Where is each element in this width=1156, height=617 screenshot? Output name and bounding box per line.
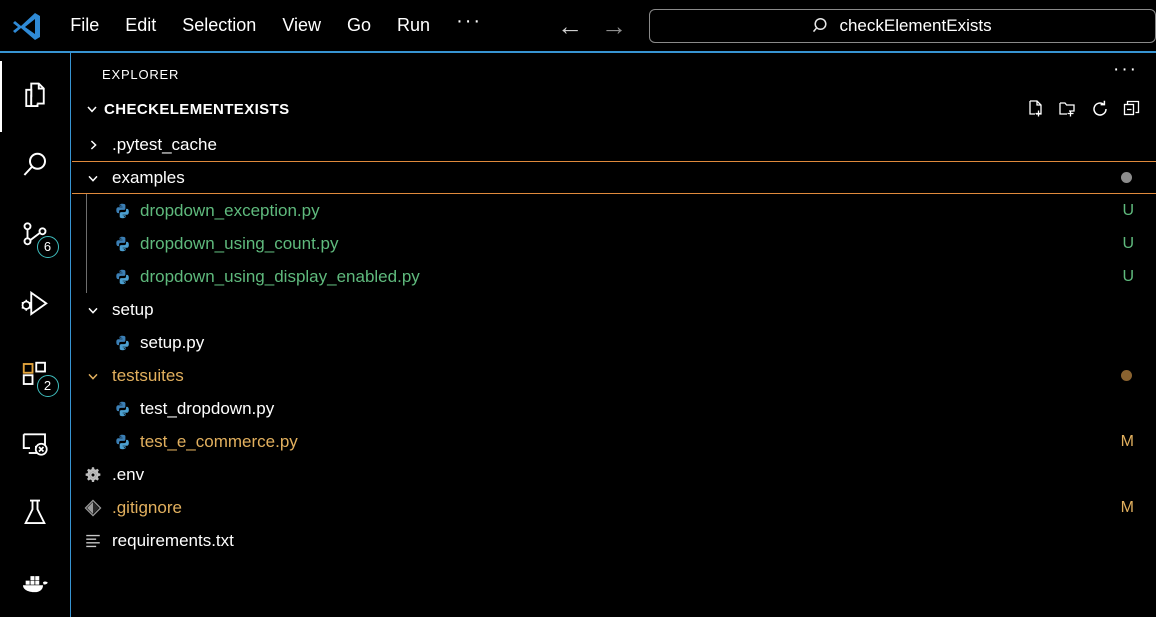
- python-icon: [110, 202, 132, 220]
- tree-item-label: test_dropdown.py: [140, 399, 274, 419]
- tree-item-label: examples: [112, 168, 185, 188]
- python-icon: [110, 268, 132, 286]
- search-input[interactable]: checkElementExists: [649, 9, 1156, 43]
- sidebar-item-explorer[interactable]: [0, 61, 71, 131]
- tree-item-label: .pytest_cache: [112, 135, 217, 155]
- docker-icon: [19, 566, 51, 598]
- tree-file-row[interactable]: dropdown_using_display_enabled.py U: [72, 260, 1156, 293]
- chevron-down-icon[interactable]: [82, 303, 104, 317]
- sidebar-header: EXPLORER ···: [72, 53, 1156, 95]
- python-icon: [110, 400, 132, 418]
- explorer-sidebar: EXPLORER ··· CHECKELEMENTEXISTS: [72, 53, 1156, 617]
- tree-item-label: dropdown_using_display_enabled.py: [140, 267, 420, 287]
- tree-file-row[interactable]: test_dropdown.py: [72, 392, 1156, 425]
- status-badge: U: [1122, 268, 1134, 286]
- folder-section-header[interactable]: CHECKELEMENTEXISTS: [72, 95, 1156, 123]
- text-icon: [82, 532, 104, 550]
- menu-more-icon[interactable]: ···: [443, 10, 495, 41]
- extensions-badge: 2: [37, 375, 59, 397]
- sidebar-item-search[interactable]: [0, 131, 71, 201]
- tree-item-label: dropdown_using_count.py: [140, 234, 338, 254]
- tree-file-row[interactable]: .env: [72, 458, 1156, 491]
- status-dot: [1121, 172, 1132, 183]
- tree-item-label: setup: [112, 300, 154, 320]
- status-badge: U: [1122, 235, 1134, 253]
- python-icon: [110, 433, 132, 451]
- tree-item-label: testsuites: [112, 366, 184, 386]
- menu-go[interactable]: Go: [334, 11, 384, 40]
- status-badge: M: [1121, 499, 1134, 517]
- tree-item-label: test_e_commerce.py: [140, 432, 298, 452]
- menu-edit[interactable]: Edit: [112, 11, 169, 40]
- navigation-arrows: ← →: [557, 13, 627, 39]
- sidebar-more-icon[interactable]: ···: [1113, 66, 1138, 82]
- search-icon: [813, 17, 831, 35]
- sidebar-item-remote-explorer[interactable]: [0, 409, 71, 479]
- tree-item-label: setup.py: [140, 333, 204, 353]
- tree-folder-row[interactable]: .pytest_cache: [72, 128, 1156, 161]
- page-title: EXPLORER: [102, 67, 179, 82]
- refresh-icon[interactable]: [1090, 99, 1110, 119]
- tree-file-row[interactable]: dropdown_using_count.py U: [72, 227, 1156, 260]
- menu-view[interactable]: View: [269, 11, 334, 40]
- new-folder-icon[interactable]: [1058, 99, 1078, 119]
- file-tree: .pytest_cache examples dropdown_exception.…: [72, 128, 1156, 557]
- tree-file-row[interactable]: .gitignore M: [72, 491, 1156, 524]
- chevron-right-icon[interactable]: [82, 138, 104, 152]
- sidebar-item-run-and-debug[interactable]: [0, 270, 71, 340]
- search-value: checkElementExists: [839, 16, 991, 36]
- status-dot: [1121, 370, 1132, 381]
- remote-icon: [20, 428, 50, 458]
- tree-item-label: dropdown_exception.py: [140, 201, 320, 221]
- beaker-icon: [20, 498, 50, 528]
- chevron-down-icon[interactable]: [82, 102, 102, 116]
- debug-icon: [20, 289, 50, 319]
- tree-file-row[interactable]: requirements.txt: [72, 524, 1156, 557]
- folder-actions: [1026, 99, 1142, 119]
- activity-bar: 6 2: [0, 53, 71, 617]
- git-icon: [82, 499, 104, 517]
- sidebar-item-extensions[interactable]: 2: [0, 339, 71, 409]
- menu-selection[interactable]: Selection: [169, 11, 269, 40]
- status-badge: U: [1122, 202, 1134, 220]
- folder-name: CHECKELEMENTEXISTS: [104, 101, 1026, 118]
- tree-file-row[interactable]: test_e_commerce.py M: [72, 425, 1156, 458]
- status-badge: M: [1121, 433, 1134, 451]
- tree-item-label: requirements.txt: [112, 531, 234, 551]
- chevron-down-icon[interactable]: [82, 369, 104, 383]
- sidebar-item-testing[interactable]: [0, 478, 71, 548]
- tree-item-label: .gitignore: [112, 498, 182, 518]
- sidebar-item-docker[interactable]: [0, 548, 71, 617]
- chevron-down-icon[interactable]: [82, 171, 104, 185]
- source-control-badge: 6: [37, 236, 59, 258]
- tree-item-label: .env: [112, 465, 144, 485]
- sidebar-item-source-control[interactable]: 6: [0, 200, 71, 270]
- title-bar: File Edit Selection View Go Run ··· ← → …: [0, 0, 1156, 53]
- menu-run[interactable]: Run: [384, 11, 443, 40]
- tree-folder-row[interactable]: testsuites: [72, 359, 1156, 392]
- forward-icon[interactable]: →: [601, 13, 627, 39]
- tree-file-row[interactable]: setup.py: [72, 326, 1156, 359]
- new-file-icon[interactable]: [1026, 99, 1046, 119]
- tree-folder-row[interactable]: examples: [72, 161, 1156, 194]
- tree-file-row[interactable]: dropdown_exception.py U: [72, 194, 1156, 227]
- files-icon: [20, 81, 50, 111]
- tree-folder-row[interactable]: setup: [72, 293, 1156, 326]
- menu-bar: File Edit Selection View Go Run ···: [57, 10, 495, 41]
- search-icon: [20, 150, 50, 180]
- menu-file[interactable]: File: [57, 11, 112, 40]
- python-icon: [110, 334, 132, 352]
- collapse-all-icon[interactable]: [1122, 99, 1142, 119]
- python-icon: [110, 235, 132, 253]
- vscode-logo-icon: [10, 7, 43, 45]
- gear-icon: [82, 466, 104, 484]
- back-icon[interactable]: ←: [557, 13, 583, 39]
